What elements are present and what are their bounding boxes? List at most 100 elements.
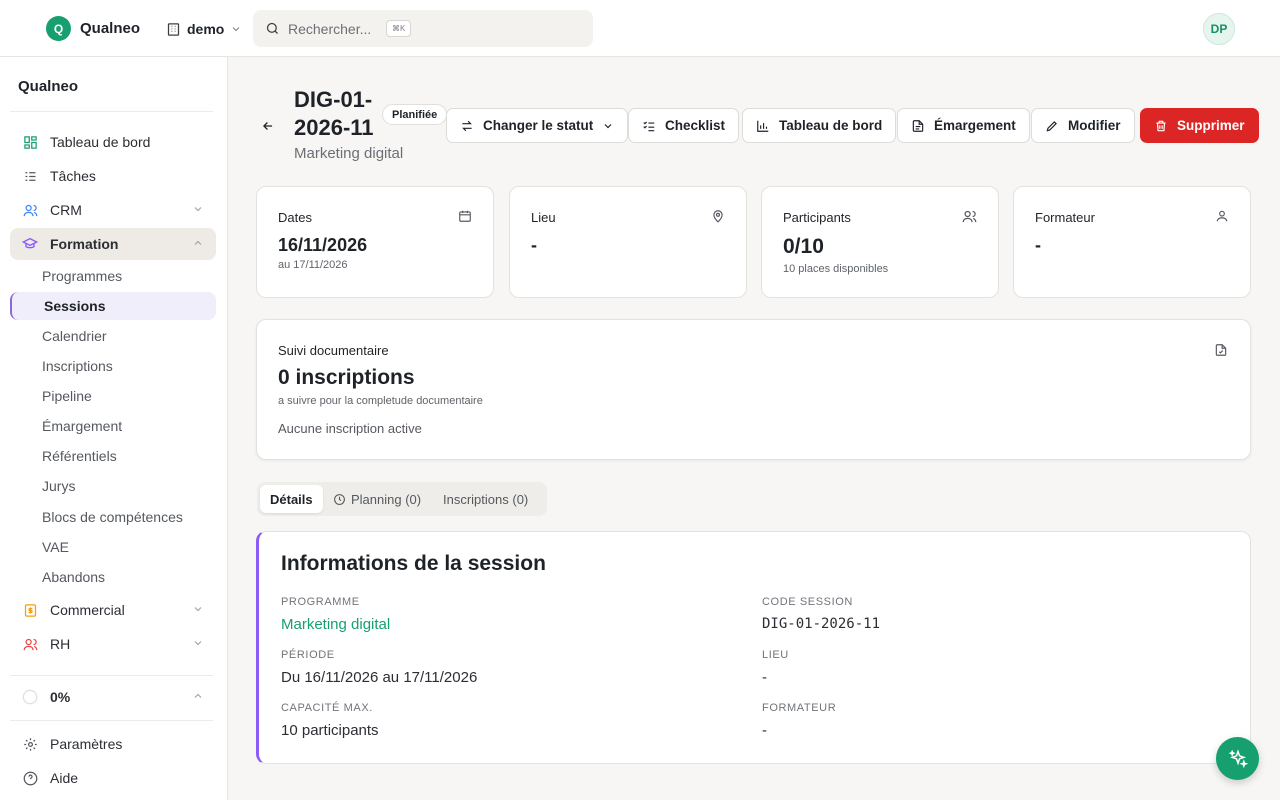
location-card: Lieu - xyxy=(509,186,747,298)
tab-list: Détails Planning (0) Inscriptions (0) xyxy=(257,482,547,516)
button-label: Supprimer xyxy=(1177,118,1245,133)
tab-label: Planning (0) xyxy=(351,491,422,507)
trainer-card: Formateur - xyxy=(1013,186,1251,298)
brand-name: Qualneo xyxy=(80,20,141,37)
field-label: CAPACITÉ MAX. xyxy=(281,702,373,714)
chevron-down-icon xyxy=(194,207,202,212)
user-icon xyxy=(1216,210,1228,222)
clock-icon xyxy=(334,493,345,505)
back-button[interactable] xyxy=(258,116,278,136)
dashboard-icon xyxy=(22,134,38,150)
sidebar-item-rh[interactable]: RH xyxy=(10,628,216,660)
card-note: a suivre pour la completude documentaire xyxy=(278,395,483,407)
checklist-button[interactable]: Checklist xyxy=(628,108,740,143)
bar-chart-icon xyxy=(757,120,769,132)
card-note: au 17/11/2026 xyxy=(278,259,348,271)
change-status-button[interactable]: Changer le statut xyxy=(446,108,629,143)
sidebar-subitem-inscriptions[interactable]: Inscriptions xyxy=(10,352,216,380)
sidebar-subitem-sessions[interactable]: Sessions xyxy=(10,292,216,320)
calendar-icon xyxy=(459,210,471,222)
field-label: PÉRIODE xyxy=(281,649,335,661)
button-label: Changer le statut xyxy=(483,118,594,133)
sidebar-item-commercial[interactable]: Commercial xyxy=(10,594,216,626)
tab-inscriptions[interactable]: Inscriptions (0) xyxy=(433,485,538,513)
sidebar-item-tasks[interactable]: Tâches xyxy=(10,160,216,192)
sidebar-subitem-pipeline[interactable]: Pipeline xyxy=(10,382,216,410)
delete-button[interactable]: Supprimer xyxy=(1140,108,1259,143)
field-label: CODE SESSION xyxy=(762,596,853,608)
field-value: DIG-01-2026-11 xyxy=(762,616,881,632)
sidebar-item-label: Formation xyxy=(50,236,119,252)
ai-assistant-button[interactable] xyxy=(1216,737,1259,780)
field-value: Du 16/11/2026 au 17/11/2026 xyxy=(281,669,478,686)
field-value: - xyxy=(762,722,767,739)
search-shortcut: ⌘K xyxy=(386,20,412,37)
empty-state: Aucune inscription active xyxy=(278,421,422,436)
field-label: PROGRAMME xyxy=(281,596,360,608)
tab-details[interactable]: Détails xyxy=(260,485,323,513)
sidebar-subitem-abandons[interactable]: Abandons xyxy=(10,563,216,591)
user-avatar[interactable]: DP xyxy=(1203,13,1235,45)
field-value: 10 participants xyxy=(281,722,379,739)
card-value: - xyxy=(531,235,537,255)
tab-planning[interactable]: Planning (0) xyxy=(323,485,431,513)
chevron-up-icon xyxy=(194,240,202,245)
map-pin-icon xyxy=(713,210,723,223)
onboarding-progress[interactable]: 0% xyxy=(10,681,216,713)
sidebar-item-label: RH xyxy=(50,636,71,652)
sidebar-subitem-emargement[interactable]: Émargement xyxy=(10,412,216,440)
sidebar-item-help[interactable]: Aide xyxy=(10,762,216,794)
pencil-icon xyxy=(1046,120,1057,131)
sidebar-item-dashboard[interactable]: Tableau de bord xyxy=(10,126,216,158)
sidebar-item-settings[interactable]: Paramètres xyxy=(10,728,216,760)
edit-button[interactable]: Modifier xyxy=(1031,108,1135,143)
page-title: DIG-01-2026-11 xyxy=(294,87,374,140)
divider xyxy=(10,675,213,676)
people-icon xyxy=(22,636,38,652)
sidebar-subitem-calendrier[interactable]: Calendrier xyxy=(10,322,216,350)
attendance-button[interactable]: Émargement xyxy=(897,108,1030,143)
sidebar-item-label: Tâches xyxy=(50,168,96,184)
search-input[interactable] xyxy=(288,20,383,37)
dates-card: Dates 16/11/2026 au 17/11/2026 xyxy=(256,186,494,298)
section-title: Informations de la session xyxy=(281,552,546,575)
tasks-icon xyxy=(22,168,38,184)
page-subtitle: Marketing digital xyxy=(294,145,404,162)
sidebar-item-crm[interactable]: CRM xyxy=(10,194,216,226)
card-value: 0/10 xyxy=(783,235,824,258)
chevron-down-icon xyxy=(604,123,612,128)
card-value: - xyxy=(1035,235,1041,255)
field-label: FORMATEUR xyxy=(762,702,837,714)
sidebar-subitem-blocs[interactable]: Blocs de compétences xyxy=(10,503,216,531)
card-value: 16/11/2026 xyxy=(278,235,368,255)
gear-icon xyxy=(22,736,38,752)
users-icon xyxy=(22,202,38,218)
chevron-down-icon xyxy=(194,607,202,612)
dashboard-button[interactable]: Tableau de bord xyxy=(742,108,897,143)
participants-card: Participants 0/10 10 places disponibles xyxy=(761,186,999,298)
session-info-card: Informations de la session PROGRAMME Mar… xyxy=(256,531,1251,764)
workspace-switcher[interactable]: demo xyxy=(166,18,242,40)
app-logo: Q xyxy=(46,16,71,41)
tab-label: Inscriptions (0) xyxy=(443,491,529,507)
search-icon xyxy=(266,22,278,34)
sidebar-item-label: Commercial xyxy=(50,602,125,618)
sidebar-subitem-programmes[interactable]: Programmes xyxy=(10,262,216,290)
sidebar-subitem-jurys[interactable]: Jurys xyxy=(10,472,216,500)
card-label: Lieu xyxy=(531,210,556,225)
progress-label: 0% xyxy=(50,689,71,705)
button-label: Checklist xyxy=(665,118,726,133)
sidebar-item-label: Aide xyxy=(50,770,79,786)
document-icon xyxy=(912,119,924,132)
programme-link[interactable]: Marketing digital xyxy=(281,616,390,633)
top-bar: Q Qualneo demo ⌘K DP xyxy=(0,0,1280,57)
help-circle-icon xyxy=(22,770,38,786)
button-label: Émargement xyxy=(934,118,1016,133)
global-search[interactable]: ⌘K xyxy=(253,10,593,47)
card-label: Formateur xyxy=(1035,210,1095,225)
sidebar-subitem-referentiels[interactable]: Référentiels xyxy=(10,442,216,470)
card-label: Dates xyxy=(278,210,312,225)
chevron-down-icon xyxy=(232,27,240,32)
sidebar-subitem-vae[interactable]: VAE xyxy=(10,533,216,561)
sidebar-item-formation[interactable]: Formation xyxy=(10,228,216,260)
